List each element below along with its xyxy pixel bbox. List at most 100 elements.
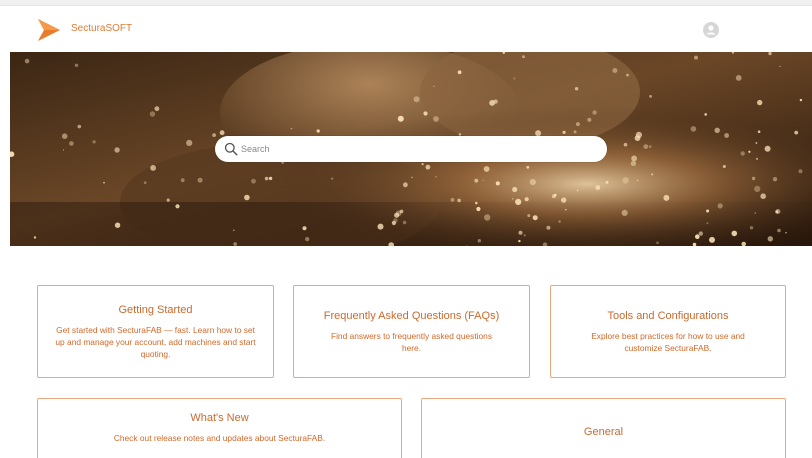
spark-particle [331,177,334,180]
card-faqs[interactable]: Frequently Asked Questions (FAQs) Find a… [293,285,530,378]
search-bar[interactable] [215,136,607,162]
spark-particle [621,209,628,216]
spark-particle [636,179,639,182]
card-description: Check out release notes and updates abou… [113,433,326,443]
spark-particle [413,96,420,103]
spark-particle [377,223,384,230]
spark-particle [518,230,523,235]
spark-particle [62,149,65,151]
spark-particle [474,178,479,183]
spark-particle [754,212,756,214]
spark-particle [760,193,766,199]
user-avatar-icon[interactable] [703,22,719,38]
spark-particle [175,204,180,209]
spark-particle [537,130,540,133]
play-arrow-logo[interactable] [37,18,61,42]
spark-particle [433,85,435,88]
spark-particle [305,237,310,242]
search-input[interactable] [241,140,591,158]
spark-particle [495,181,500,186]
spark-particle [518,239,521,243]
spark-particle [74,63,79,67]
spark-particle [767,236,773,242]
spark-particle [706,209,710,213]
spark-particle [690,126,697,132]
spark-particle [512,186,518,193]
spark-particle [450,198,455,202]
spark-particle [77,124,82,129]
search-icon [224,142,238,156]
help-center-page: SecturaSOFT Search Getting Started Get s… [0,0,812,458]
spark-particle [717,203,723,209]
card-title: General [583,426,624,438]
card-title: Tools and Configurations [607,310,729,322]
card-whats-new[interactable]: What's New Check out release notes and u… [37,398,402,458]
spark-particle [403,182,408,188]
spark-particle [511,197,514,200]
spark-particle [749,226,754,230]
spark-particle [575,122,580,127]
card-tools-configurations[interactable]: Tools and Configurations Explore best pr… [550,285,786,378]
spark-particle [722,165,726,168]
card-title: Getting Started [118,304,193,316]
spark-particle [731,230,738,237]
spark-particle [114,222,121,228]
spark-particle [626,73,629,77]
spark-particle [529,179,536,186]
spark-particle [457,70,462,75]
spark-particle [244,194,250,201]
spark-particle [166,198,170,202]
spark-particle [92,140,96,144]
spark-particle [656,241,659,245]
spark-particle [489,100,495,106]
spark-particle [526,165,530,169]
spark-particle [397,115,404,122]
spark-particle [290,127,293,130]
spark-particle [630,160,637,167]
spark-particle [561,197,567,203]
spark-particle [423,111,428,116]
spark-particle [757,130,761,133]
spark-particle [635,131,643,138]
spark-particle [399,209,404,214]
spark-particle [798,169,803,174]
spark-particle [233,242,237,246]
spark-particle [483,166,490,172]
card-description: Get started with SecturaFAB — fast. Lear… [55,325,256,359]
spark-particle [631,155,637,162]
spark-particle [154,106,160,112]
spark-particle [755,142,758,144]
spark-particle [649,95,652,98]
spark-particle [754,185,761,192]
spark-particle [402,220,407,225]
spark-particle [484,214,491,221]
spark-particle [513,77,516,80]
spark-particle [794,130,799,135]
spark-particle [515,198,522,205]
spark-particle [775,209,781,214]
spark-particle [663,194,670,201]
spark-particle [605,180,609,184]
spark-particle [69,141,74,146]
spark-particle [779,65,781,67]
card-general[interactable]: General [421,398,786,458]
spark-particle [595,185,601,190]
spark-particle [186,139,193,146]
brand-name[interactable]: SecturaSOFT [71,23,132,35]
spark-particle [592,110,597,115]
spark-particle [709,236,715,243]
card-title: What's New [190,412,249,424]
card-getting-started[interactable]: Getting Started Get started with Sectura… [37,285,274,378]
spark-particle [704,113,707,116]
spark-particle [724,133,729,138]
spark-particle [143,181,147,185]
spark-particle [524,197,529,202]
spark-particle [764,145,771,152]
spark-particle [587,117,592,122]
spark-particle [523,234,526,237]
card-title: Frequently Asked Questions (FAQs) [323,310,500,322]
spark-particle [150,165,157,171]
spark-particle [558,220,561,223]
spark-particle [748,150,751,153]
spark-particle [706,222,709,225]
